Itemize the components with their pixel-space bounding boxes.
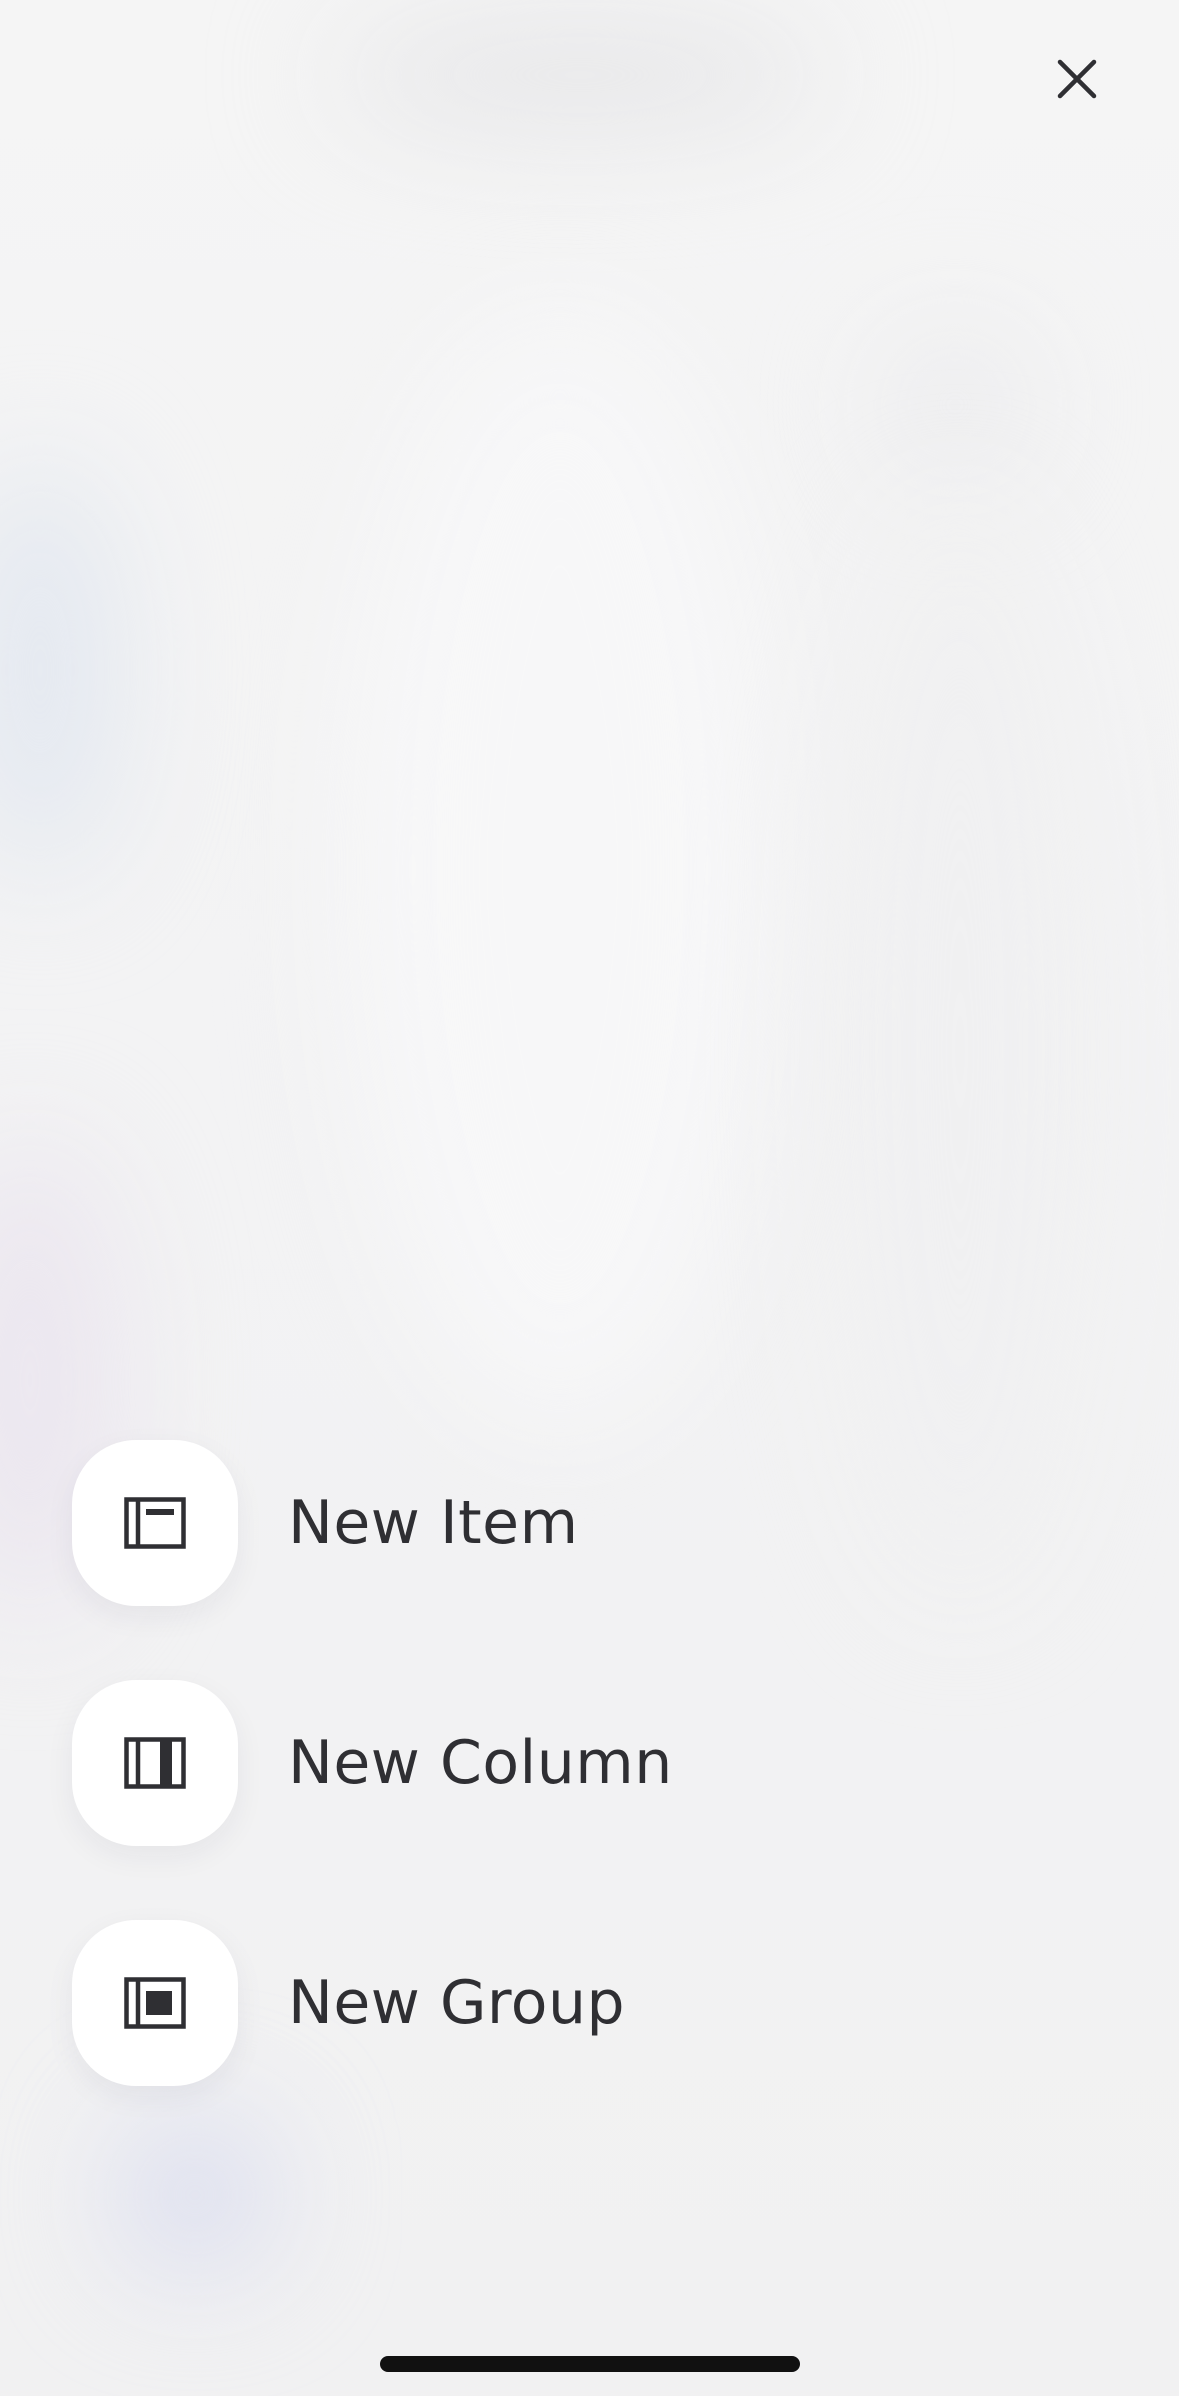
new-column-label: New Column: [288, 1728, 673, 1798]
new-item-icon: [124, 1497, 186, 1549]
backdrop-blur-shape: [350, 320, 770, 1420]
new-column-tile[interactable]: [72, 1680, 238, 1846]
new-group-tile[interactable]: [72, 1920, 238, 2086]
new-item-option[interactable]: New Item: [72, 1440, 972, 1606]
new-column-icon: [124, 1737, 186, 1789]
backdrop-blur-shape: [0, 460, 120, 880]
new-group-option[interactable]: New Group: [72, 1920, 972, 2086]
backdrop-blur-shape: [120, 2120, 270, 2270]
close-icon: [1057, 59, 1097, 99]
new-column-option[interactable]: New Column: [72, 1680, 972, 1846]
new-item-tile[interactable]: [72, 1440, 238, 1606]
new-item-label: New Item: [288, 1488, 579, 1558]
backdrop-blur-shape: [830, 500, 1090, 1600]
home-indicator[interactable]: [380, 2356, 800, 2372]
close-button[interactable]: [1040, 42, 1114, 116]
backdrop-blur-shape: [880, 330, 1030, 480]
backdrop-blur-shape: [330, 20, 830, 130]
new-group-icon: [124, 1977, 186, 2029]
new-group-label: New Group: [288, 1968, 626, 2038]
